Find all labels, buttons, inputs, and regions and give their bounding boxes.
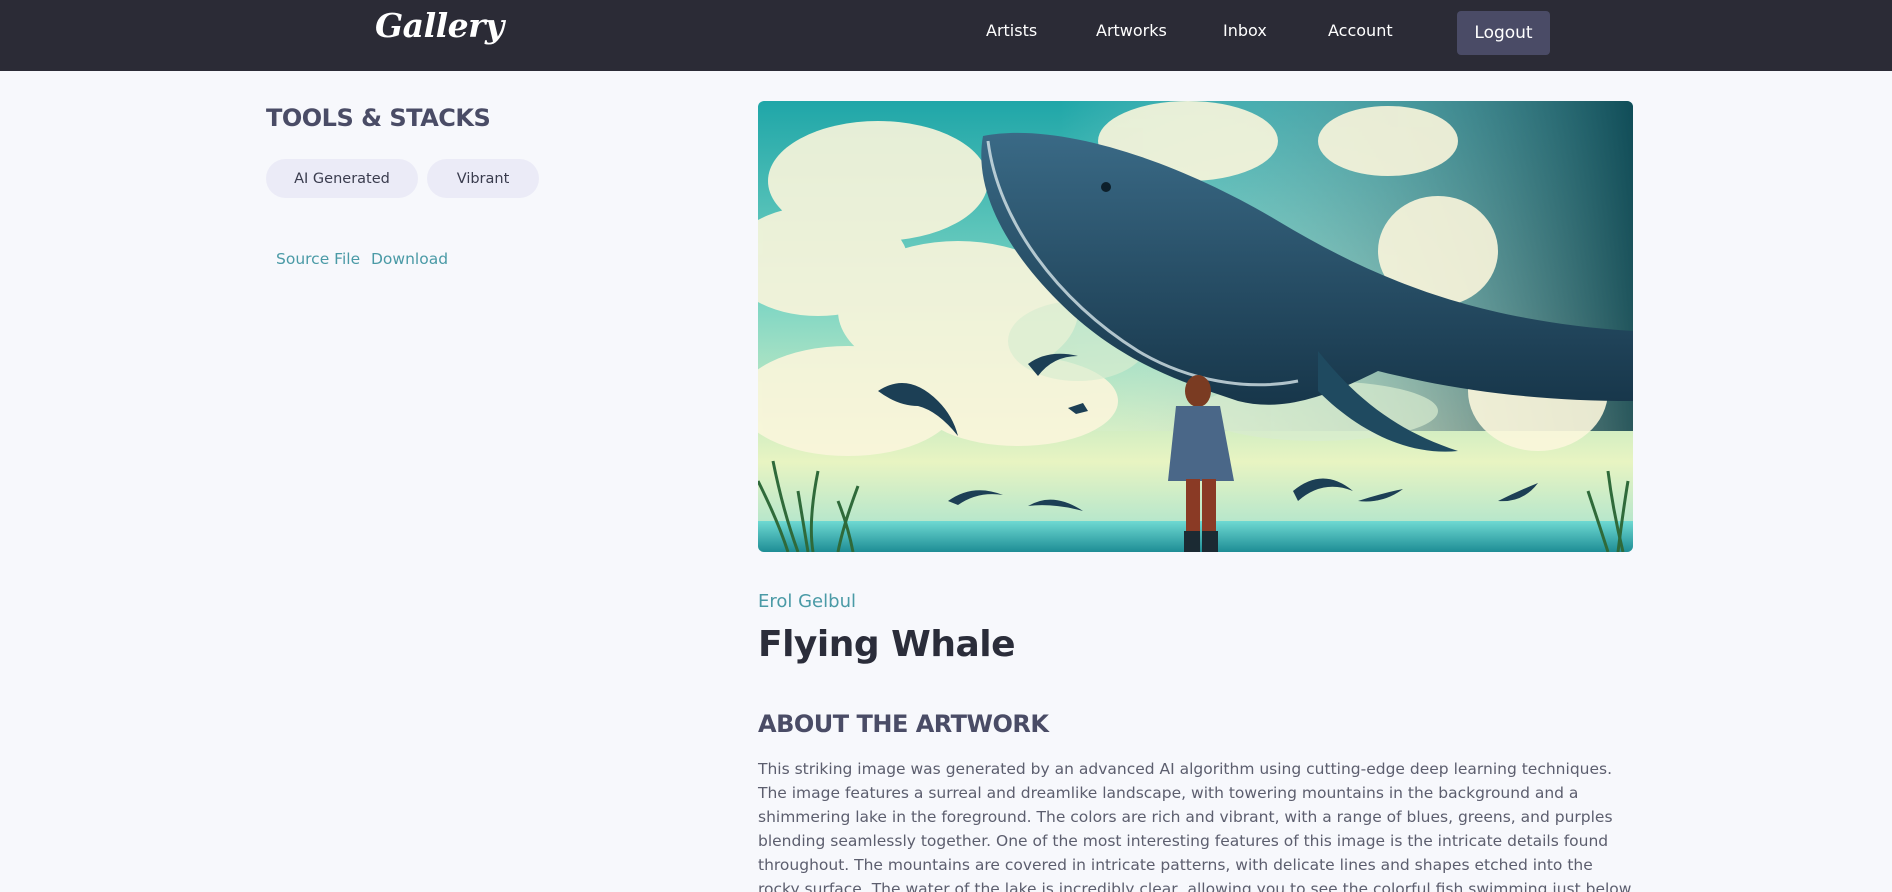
about-description: This striking image was generated by an … — [758, 760, 1632, 892]
nav-link-artists[interactable]: Artists — [986, 21, 1037, 43]
top-navbar: Gallery Artists Artworks Inbox Account L… — [0, 0, 1892, 71]
nav-link-artworks[interactable]: Artworks — [1096, 21, 1167, 43]
artwork-title: Flying Whale — [758, 624, 1016, 665]
artist-link[interactable]: Erol Gelbul — [758, 591, 856, 612]
download-link[interactable]: Download — [371, 250, 448, 268]
tag-vibrant[interactable]: Vibrant — [427, 159, 539, 198]
tag-ai-generated[interactable]: AI Generated — [266, 159, 418, 198]
nav-link-inbox[interactable]: Inbox — [1223, 21, 1267, 43]
nav-link-account[interactable]: Account — [1328, 21, 1393, 43]
tools-stacks-heading: TOOLS & STACKS — [266, 104, 491, 132]
gallery-logo[interactable]: Gallery — [375, 6, 504, 45]
artwork-image — [758, 101, 1633, 552]
source-file-link[interactable]: Source File — [276, 250, 360, 268]
logout-button[interactable]: Logout — [1457, 11, 1550, 55]
about-heading: ABOUT THE ARTWORK — [758, 710, 1049, 738]
